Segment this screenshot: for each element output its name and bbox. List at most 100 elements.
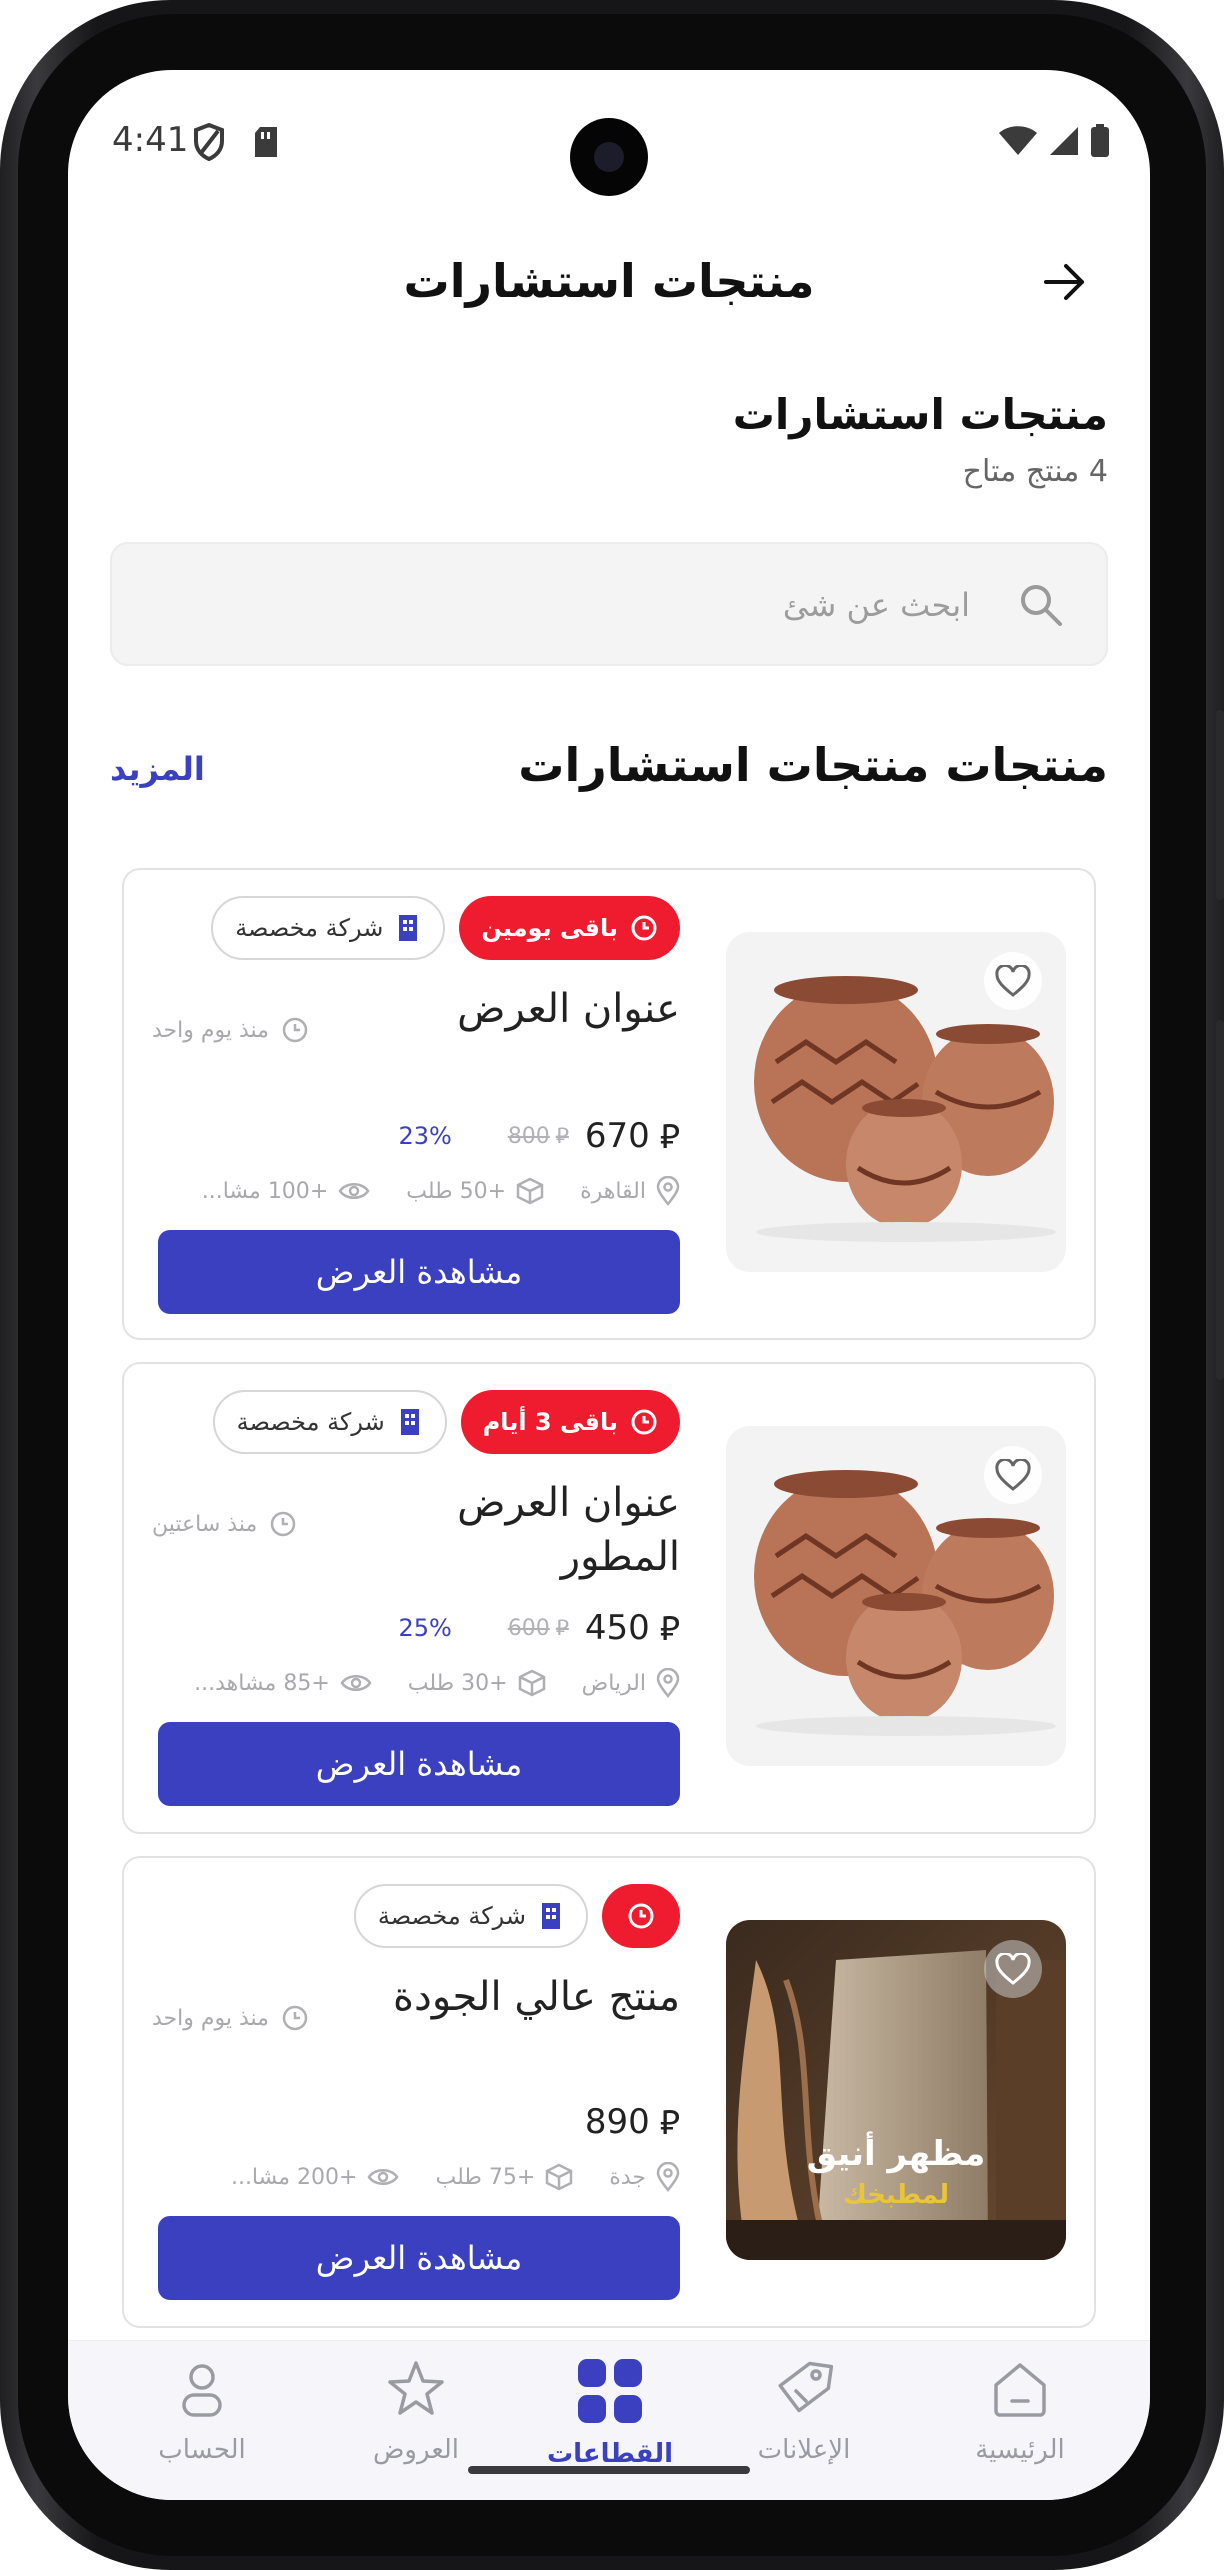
building-icon: [542, 1903, 560, 1929]
old-price-value: 600: [507, 1615, 550, 1641]
price-row: ⃁ 670 ⃁ 800 23%: [398, 1114, 680, 1158]
offer-title: عنوان العرض المطور: [457, 1480, 680, 1580]
company-badge: شركة مخصصة: [212, 1390, 447, 1454]
nav-label: الرئيسية: [975, 2435, 1065, 2465]
old-price-value: 800: [507, 1123, 550, 1149]
company-badge: شركة مخصصة: [211, 896, 446, 960]
location-label: القاهرة: [580, 1178, 646, 1204]
clock-icon: [282, 1017, 308, 1043]
price-row: ⃁ 890: [585, 2100, 680, 2144]
page-title: منتجات استشارات: [403, 254, 815, 308]
offer-card[interactable]: مظهر أنيق لمطبخك شركة مخصصة منتج عالي ال…: [122, 1856, 1096, 2328]
status-time: 4:41: [112, 120, 189, 160]
heart-icon: [995, 1459, 1031, 1491]
offer-card[interactable]: باقى 3 أيام شركة مخصصة عنوان العرض المطو…: [122, 1362, 1096, 1834]
more-link[interactable]: المزيد: [110, 750, 205, 788]
favorite-button[interactable]: [984, 1940, 1042, 1998]
product-image: مظهر أنيق لمطبخك: [726, 1920, 1066, 2260]
phone-frame: 4:41 منتجات استشارات منتجات استشارات 4 م…: [0, 0, 1224, 2570]
posted-time: منذ يوم واحد: [152, 1016, 309, 1044]
views: +200 مشا...: [231, 2165, 400, 2190]
orders-label: +30 طلب: [407, 1670, 508, 1696]
pin-icon: [656, 1668, 680, 1698]
volume-button: [1216, 710, 1224, 900]
box-icon: [518, 1669, 545, 1697]
location: جدة: [609, 2162, 680, 2192]
favorite-button[interactable]: [984, 1446, 1042, 1504]
views-label: +85 مشاهد...: [194, 1670, 330, 1696]
back-arrow-icon[interactable]: [1042, 262, 1086, 302]
current-price: ⃁ 450: [585, 1606, 680, 1650]
heart-icon: [995, 1953, 1031, 1985]
front-camera: [570, 118, 648, 196]
shield-icon: [194, 122, 224, 162]
old-price: ⃁ 800: [508, 1122, 569, 1150]
box-icon: [546, 2163, 573, 2191]
clock-icon: [631, 915, 657, 941]
time-left-badge: باقى يومين: [459, 896, 680, 960]
posted-time: منذ يوم واحد: [152, 2004, 309, 2032]
bottom-navigation: الرئيسية الإعلانات القطاعات العروض الحسا…: [68, 2340, 1150, 2500]
building-icon: [399, 915, 418, 941]
location-label: جدة: [609, 2164, 646, 2190]
pin-icon: [656, 1176, 680, 1206]
price-value: 670: [584, 1116, 650, 1156]
battery-icon: [1091, 124, 1109, 157]
posted-time: منذ ساعتين: [152, 1510, 297, 1538]
currency-icon: ⃁: [659, 1117, 680, 1157]
view-offer-button[interactable]: مشاهدة العرض: [158, 1722, 680, 1806]
currency-icon: ⃁: [555, 1124, 569, 1149]
views: +85 مشاهد...: [194, 1671, 372, 1696]
list-title: منتجات منتجات استشارات: [518, 738, 1108, 792]
eye-icon: [367, 2169, 399, 2185]
price-value: 890: [584, 2102, 650, 2142]
eye-icon: [340, 1675, 372, 1691]
posted-label: منذ يوم واحد: [152, 2005, 269, 2031]
clock-icon: [631, 1409, 657, 1435]
nav-label: الحساب: [158, 2435, 246, 2465]
currency-icon: ⃁: [555, 1616, 569, 1641]
nav-item-home[interactable]: الرئيسية: [912, 2357, 1128, 2487]
company-label: شركة مخصصة: [377, 1902, 526, 1930]
views-label: +200 مشا...: [230, 2164, 358, 2190]
currency-icon: ⃁: [659, 1609, 680, 1649]
location-label: الرياض: [581, 1670, 646, 1696]
signal-icon: [1050, 127, 1078, 155]
nav-item-account[interactable]: الحساب: [94, 2357, 310, 2487]
product-image: [726, 932, 1066, 1272]
section-title: منتجات استشارات: [732, 390, 1108, 439]
search-input[interactable]: [270, 580, 970, 630]
favorite-button[interactable]: [984, 952, 1042, 1010]
posted-label: منذ ساعتين: [152, 1511, 258, 1537]
home-indicator[interactable]: [468, 2466, 750, 2474]
card-chips: باقى يومين شركة مخصصة: [211, 896, 680, 960]
orders: +75 طلب: [435, 2163, 573, 2191]
location: القاهرة: [580, 1176, 680, 1206]
image-caption: مظهر أنيق: [806, 2134, 986, 2174]
nav-label: الإعلانات: [757, 2435, 851, 2465]
sim-icon: [255, 127, 277, 157]
clock-icon: [628, 1903, 654, 1929]
wifi-icon: [999, 126, 1037, 155]
tag-icon: [778, 2361, 834, 2413]
card-chips: باقى 3 أيام شركة مخصصة: [212, 1390, 680, 1454]
status-icons: [998, 124, 1110, 158]
card-chips: شركة مخصصة: [353, 1884, 680, 1948]
meta-row: الرياض +30 طلب +85 مشاهد...: [194, 1668, 680, 1698]
building-icon: [400, 1409, 419, 1435]
eye-icon: [338, 1183, 370, 1199]
discount-label: 25%: [398, 1614, 452, 1642]
product-image: [726, 1426, 1066, 1766]
company-label: شركة مخصصة: [235, 914, 384, 942]
views: +100 مشا...: [202, 1179, 371, 1204]
view-offer-button[interactable]: مشاهدة العرض: [158, 2216, 680, 2300]
offer-card[interactable]: باقى يومين شركة مخصصة عنوان العرض منذ يو…: [122, 868, 1096, 1340]
time-left-badge: باقى 3 أيام: [460, 1390, 680, 1454]
view-offer-button[interactable]: مشاهدة العرض: [158, 1230, 680, 1314]
company-badge: شركة مخصصة: [353, 1884, 588, 1948]
time-left-label: باقى يومين: [481, 914, 618, 942]
search-icon: [1021, 585, 1062, 626]
search-bar[interactable]: [110, 542, 1108, 666]
offer-title: عنوان العرض: [457, 986, 680, 1032]
grid-icon: [578, 2359, 642, 2423]
